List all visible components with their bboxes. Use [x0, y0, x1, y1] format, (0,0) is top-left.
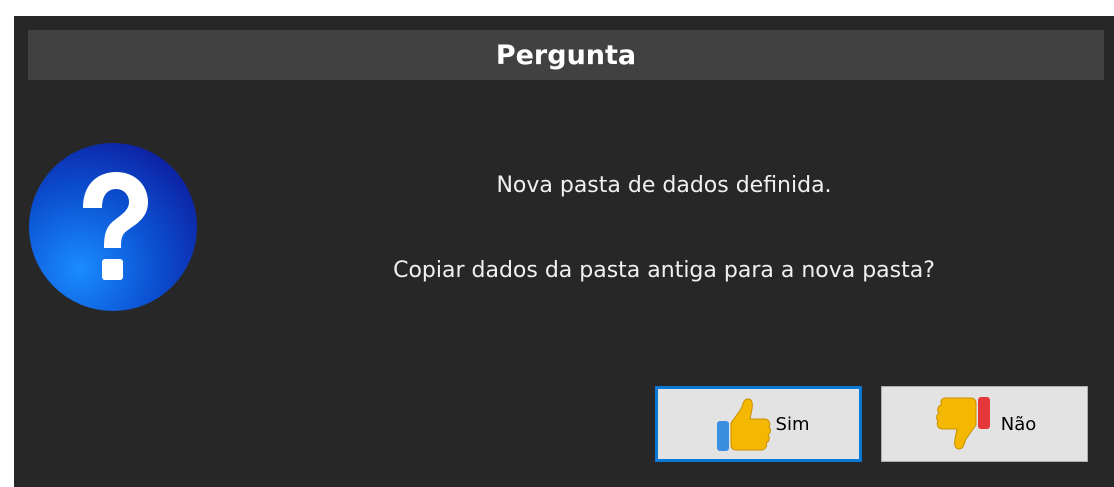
- yes-button-label: Sim: [775, 413, 810, 435]
- yes-button[interactable]: Sim: [655, 386, 862, 462]
- thumbs-up-icon: [708, 395, 774, 453]
- no-button-label: Não: [1000, 413, 1037, 435]
- message-line-2: Copiar dados da pasta antiga para a nova…: [393, 258, 935, 283]
- question-icon: [28, 142, 198, 312]
- thumbs-down-icon: [933, 395, 999, 453]
- no-button[interactable]: Não: [881, 386, 1088, 462]
- dialog-title: Pergunta: [495, 39, 637, 71]
- message-line-1: Nova pasta de dados definida.: [496, 173, 832, 198]
- question-dialog: Pergunta Nova pasta de dados definida. C…: [14, 16, 1114, 487]
- dialog-title-bar: Pergunta: [28, 30, 1104, 80]
